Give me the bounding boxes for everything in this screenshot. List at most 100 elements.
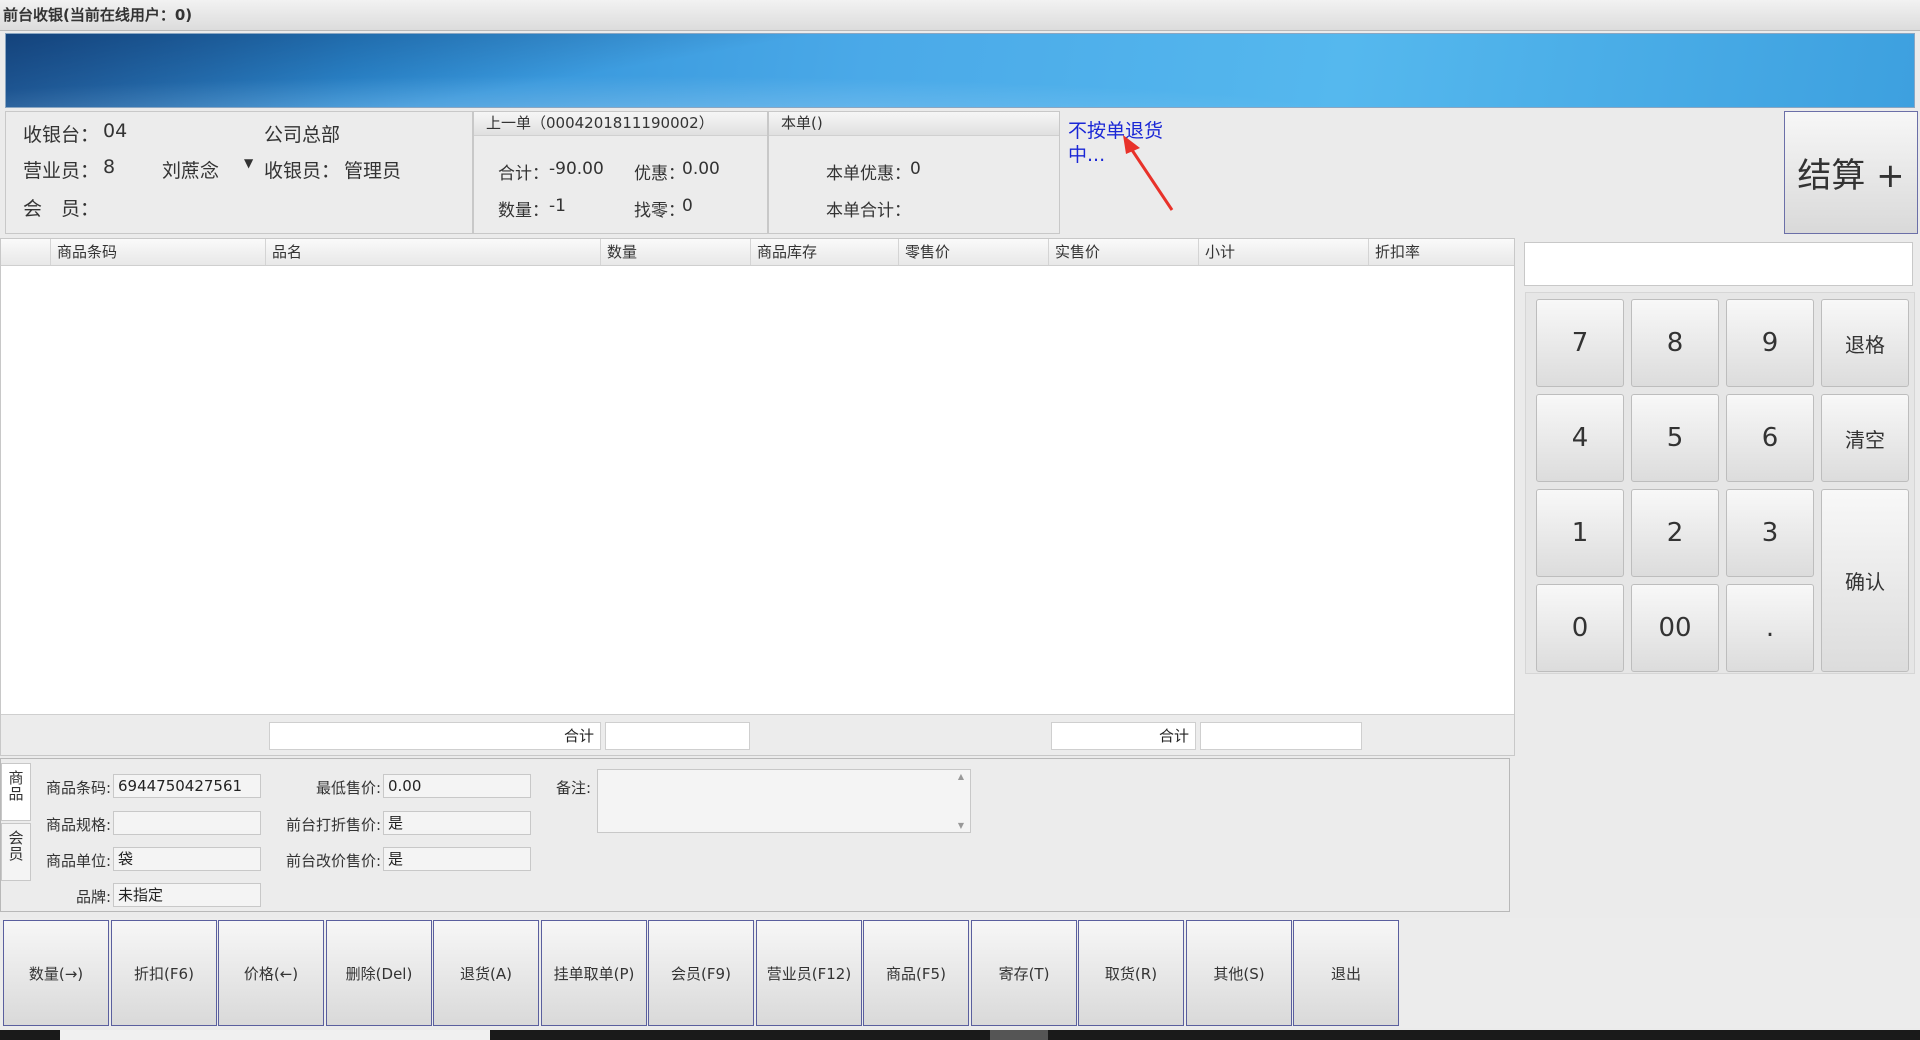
key-7[interactable]: 7 [1536,299,1624,387]
member-label: 会 员： [23,198,100,220]
header-banner [5,33,1915,108]
prev-qty-value: -1 [549,196,566,216]
prev-qty-label: 数量： [498,201,549,221]
footer-total-quantity [605,722,750,750]
key-4[interactable]: 4 [1536,394,1624,482]
barcode-label: 商品条码: [45,779,111,797]
brand-label: 品牌: [75,888,111,906]
numeric-keypad: 7 8 9 退格 4 5 6 清空 1 2 3 确认 0 00 . [1525,292,1915,674]
spec-field[interactable] [113,811,261,835]
function-toolbar: 数量(→) 折扣(F6) 价格(←) 删除(Del) 退货(A) 挂单取单(P)… [0,918,1920,1028]
change-price-field[interactable]: 是 [383,847,531,871]
annotation-arrow-icon [1123,135,1174,211]
prev-change-value: 0 [682,196,693,216]
table-footer: 合计 合计 [1,714,1514,755]
key-1[interactable]: 1 [1536,489,1624,577]
current-order-header: 本单() [769,112,1059,136]
key-clear[interactable]: 清空 [1821,394,1909,482]
key-confirm[interactable]: 确认 [1821,489,1909,672]
brand-field[interactable]: 未指定 [113,883,261,907]
salesperson-button[interactable]: 营业员(F12) [756,920,862,1026]
cashier-info-panel: 收银台： 04 公司总部 营业员： 8 刘蔗念 ▼ 收银员： 管理员 会 员： [5,111,473,234]
key-00[interactable]: 00 [1631,584,1719,672]
tab-product[interactable]: 商品 [1,763,31,821]
remark-textarea[interactable]: ▲ ▼ [597,769,971,833]
previous-order-panel: 上一单（0004201811190002） 合计： -90.00 优惠： 0.0… [473,111,768,234]
key-0[interactable]: 0 [1536,584,1624,672]
register-value: 04 [103,120,128,142]
taskbar-window-tab[interactable] [60,1030,490,1040]
min-price-field[interactable]: 0.00 [383,774,531,798]
other-button[interactable]: 其他(S) [1186,920,1292,1026]
column-header-barcode[interactable]: 商品条码 [51,239,266,265]
cashier-label: 收银员： [264,160,341,182]
key-3[interactable]: 3 [1726,489,1814,577]
column-header-name[interactable]: 品名 [266,239,601,265]
salesperson-label: 营业员： [23,160,100,182]
unit-label: 商品单位: [45,852,111,870]
column-header-index [1,239,51,265]
key-5[interactable]: 5 [1631,394,1719,482]
column-header-discount-rate[interactable]: 折扣率 [1369,239,1514,265]
register-label: 收银台： [23,124,100,146]
prev-discount-value: 0.00 [682,159,720,179]
prev-total-label: 合计： [498,164,549,184]
company-name: 公司总部 [264,124,341,146]
key-8[interactable]: 8 [1631,299,1719,387]
unit-field[interactable]: 袋 [113,847,261,871]
key-decimal[interactable]: . [1726,584,1814,672]
table-header: 商品条码 品名 数量 商品库存 零售价 实售价 小计 折扣率 [1,239,1514,266]
price-button[interactable]: 价格(←) [218,920,324,1026]
previous-order-header: 上一单（0004201811190002） [474,112,767,136]
current-discount-value: 0 [910,159,921,179]
taskbar-item[interactable] [990,1030,1048,1040]
pickup-button[interactable]: 取货(R) [1078,920,1184,1026]
prev-total-value: -90.00 [549,159,604,179]
prev-discount-label: 优惠： [634,164,685,184]
member-button[interactable]: 会员(F9) [648,920,754,1026]
delete-button[interactable]: 删除(Del) [326,920,432,1026]
barcode-field[interactable]: 6944750427561 [113,774,261,798]
cashier-value: 管理员 [344,160,402,182]
scroll-up-icon[interactable]: ▲ [958,772,964,781]
exit-button[interactable]: 退出 [1293,920,1399,1026]
column-header-stock[interactable]: 商品库存 [751,239,899,265]
keypad-display-input[interactable] [1524,242,1913,286]
product-details-panel: 商品 会员 商品条码: 6944750427561 商品规格: 商品单位: 袋 … [0,758,1510,912]
key-9[interactable]: 9 [1726,299,1814,387]
discount-price-field[interactable]: 是 [383,811,531,835]
column-header-quantity[interactable]: 数量 [601,239,751,265]
tab-member[interactable]: 会员 [1,823,31,881]
min-price-label: 最低售价: [315,779,381,797]
hold-order-button[interactable]: 挂单取单(P) [541,920,647,1026]
current-discount-label: 本单优惠： [826,164,911,184]
salesperson-id: 8 [103,156,116,178]
key-backspace[interactable]: 退格 [1821,299,1909,387]
deposit-button[interactable]: 寄存(T) [971,920,1077,1026]
key-6[interactable]: 6 [1726,394,1814,482]
remark-label: 备注: [555,779,591,797]
taskbar [0,1030,1920,1040]
prev-change-label: 找零： [634,201,685,221]
salesperson-dropdown-icon[interactable]: ▼ [244,156,253,170]
footer-total-label-2: 合计 [1051,722,1196,750]
spec-label: 商品规格: [45,816,111,834]
quantity-button[interactable]: 数量(→) [3,920,109,1026]
product-table[interactable]: 商品条码 品名 数量 商品库存 零售价 实售价 小计 折扣率 合计 合计 [0,238,1515,756]
product-button[interactable]: 商品(F5) [863,920,969,1026]
change-price-label: 前台改价售价: [285,852,381,870]
column-header-retail-price[interactable]: 零售价 [899,239,1049,265]
footer-total-label-1: 合计 [269,722,601,750]
current-order-panel: 本单() 本单优惠： 0 本单合计： [768,111,1060,234]
checkout-button[interactable]: 结算 + [1784,111,1918,234]
key-2[interactable]: 2 [1631,489,1719,577]
column-header-actual-price[interactable]: 实售价 [1049,239,1199,265]
return-button[interactable]: 退货(A) [433,920,539,1026]
column-header-subtotal[interactable]: 小计 [1199,239,1369,265]
discount-button[interactable]: 折扣(F6) [111,920,217,1026]
current-total-label: 本单合计： [826,201,911,221]
salesperson-name[interactable]: 刘蔗念 [162,156,219,183]
discount-price-label: 前台打折售价: [285,816,381,834]
scroll-down-icon[interactable]: ▼ [958,821,964,830]
footer-total-amount [1200,722,1362,750]
